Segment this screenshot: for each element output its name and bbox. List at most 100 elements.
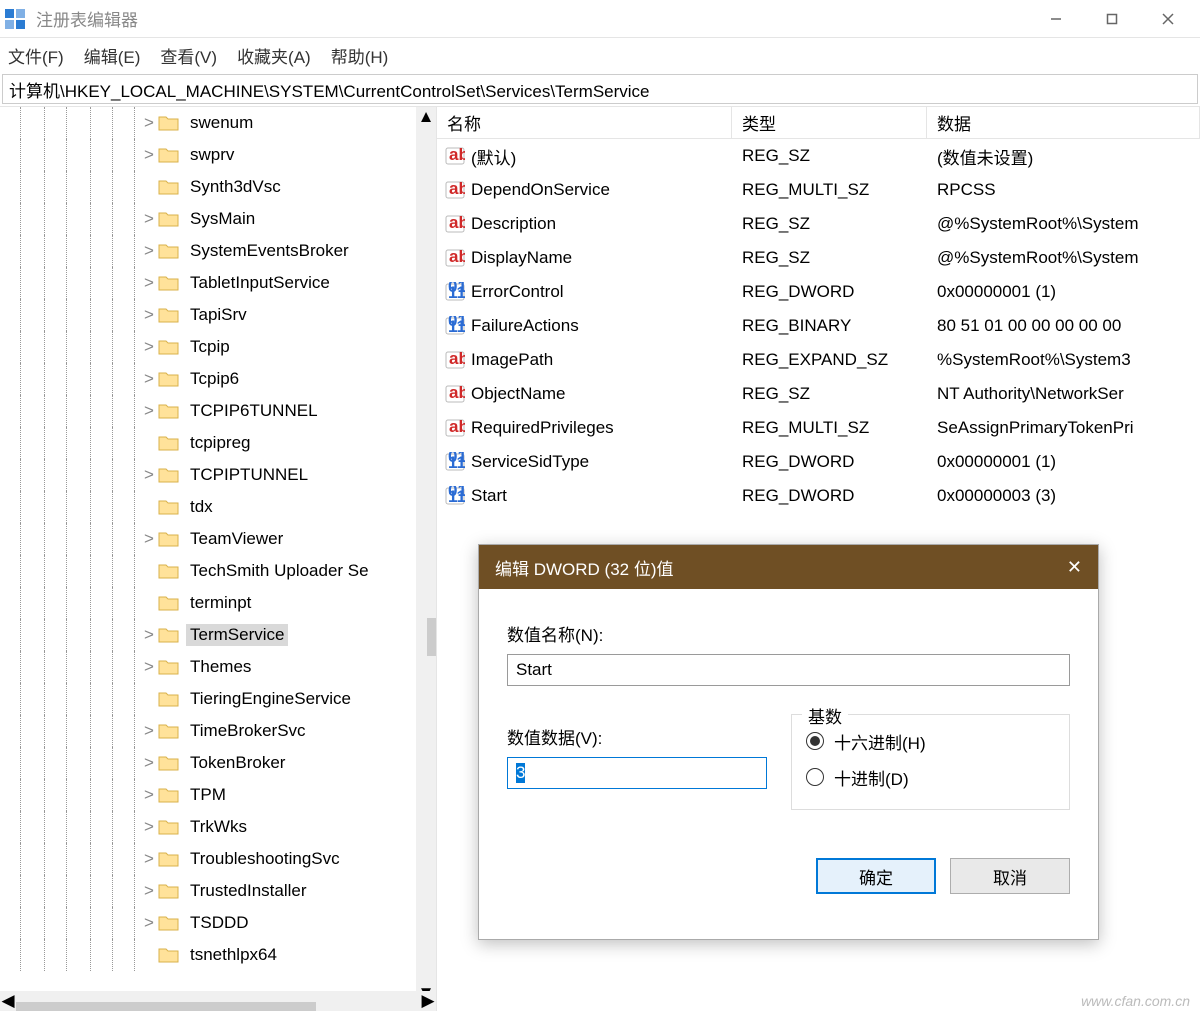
expand-arrow-icon[interactable]: > [140, 273, 158, 293]
value-row[interactable]: RequiredPrivilegesREG_MULTI_SZSeAssignPr… [437, 411, 1200, 445]
list-body: (默认)REG_SZ(数值未设置)DependOnServiceREG_MULT… [437, 139, 1200, 513]
expand-arrow-icon[interactable]: > [140, 657, 158, 677]
tree-item[interactable]: >TabletInputService [0, 267, 436, 299]
menu-edit[interactable]: 编辑(E) [84, 43, 141, 68]
value-row[interactable]: DisplayNameREG_SZ@%SystemRoot%\System [437, 241, 1200, 275]
value-row[interactable]: ObjectNameREG_SZNT Authority\NetworkSer [437, 377, 1200, 411]
value-row[interactable]: DependOnServiceREG_MULTI_SZRPCSS [437, 173, 1200, 207]
expand-arrow-icon[interactable]: > [140, 817, 158, 837]
folder-icon [158, 786, 180, 804]
value-row[interactable]: ErrorControlREG_DWORD0x00000001 (1) [437, 275, 1200, 309]
tree-item[interactable]: >swprv [0, 139, 436, 171]
tree-item[interactable]: >TokenBroker [0, 747, 436, 779]
radio-hex-label: 十六进制(H) [834, 729, 926, 754]
radio-hex[interactable]: 十六进制(H) [806, 723, 1055, 759]
expand-arrow-icon[interactable]: > [140, 401, 158, 421]
expand-arrow-icon[interactable]: > [140, 241, 158, 261]
value-type: REG_SZ [732, 214, 927, 234]
address-bar[interactable]: 计算机\HKEY_LOCAL_MACHINE\SYSTEM\CurrentCon… [2, 74, 1198, 104]
tree-item[interactable]: terminpt [0, 587, 436, 619]
minimize-button[interactable] [1028, 0, 1084, 38]
cancel-button[interactable]: 取消 [950, 858, 1070, 894]
data-label: 数值数据(V): [507, 724, 767, 749]
tree-item[interactable]: > TSDDD [0, 907, 436, 939]
expand-arrow-icon[interactable]: > [140, 785, 158, 805]
expand-arrow-icon[interactable]: > [140, 113, 158, 133]
tree-item[interactable]: >SysMain [0, 203, 436, 235]
tree-item[interactable]: >TermService [0, 619, 436, 651]
tree-item[interactable]: >TrustedInstaller [0, 875, 436, 907]
tree-scroll[interactable]: >swenum>swprvSynth3dVsc>SysMain>SystemEv… [0, 107, 436, 989]
value-data: RPCSS [927, 180, 1200, 200]
tree-indent [0, 683, 140, 715]
tree-item[interactable]: > Themes [0, 651, 436, 683]
data-input-value: 3 [516, 763, 525, 783]
close-button[interactable] [1140, 0, 1196, 38]
binary-value-icon [445, 282, 465, 302]
value-row[interactable]: DescriptionREG_SZ@%SystemRoot%\System [437, 207, 1200, 241]
maximize-button[interactable] [1084, 0, 1140, 38]
menu-file[interactable]: 文件(F) [8, 43, 64, 68]
tree-item[interactable]: tcpipreg [0, 427, 436, 459]
column-header-data[interactable]: 数据 [927, 107, 1200, 138]
tree-item[interactable]: tsnethlpx64 [0, 939, 436, 971]
expand-arrow-icon[interactable]: > [140, 881, 158, 901]
tree-vscrollbar[interactable]: ▲ ▼ [416, 107, 436, 991]
tree-item[interactable]: >swenum [0, 107, 436, 139]
expand-arrow-icon[interactable]: > [140, 529, 158, 549]
tree-item-label: TSDDD [186, 912, 253, 934]
expand-arrow-icon[interactable]: > [140, 721, 158, 741]
menu-view[interactable]: 查看(V) [160, 43, 217, 68]
tree-item[interactable]: >TimeBrokerSvc [0, 715, 436, 747]
value-type: REG_MULTI_SZ [732, 418, 927, 438]
expand-arrow-icon[interactable]: > [140, 369, 158, 389]
tree-item[interactable]: >Tcpip6 [0, 363, 436, 395]
folder-icon [158, 882, 180, 900]
expand-arrow-icon[interactable]: > [140, 753, 158, 773]
name-input[interactable] [507, 654, 1070, 686]
tree-item[interactable]: >TCPIPTUNNEL [0, 459, 436, 491]
tree-item[interactable]: >TeamViewer [0, 523, 436, 555]
column-header-name[interactable]: 名称 [437, 107, 732, 138]
value-row[interactable]: ServiceSidTypeREG_DWORD0x00000001 (1) [437, 445, 1200, 479]
tree-item-label: Themes [186, 656, 255, 678]
data-input[interactable]: 3 [507, 757, 767, 789]
value-row[interactable]: (默认)REG_SZ(数值未设置) [437, 139, 1200, 173]
expand-arrow-icon[interactable]: > [140, 625, 158, 645]
expand-arrow-icon[interactable]: > [140, 145, 158, 165]
tree-item[interactable]: >TrkWks [0, 811, 436, 843]
expand-arrow-icon[interactable]: > [140, 209, 158, 229]
list-header: 名称 类型 数据 [437, 107, 1200, 139]
tree-item-label: TPM [186, 784, 230, 806]
tree-indent [0, 651, 140, 683]
tree-item[interactable]: TieringEngineService [0, 683, 436, 715]
expand-arrow-icon[interactable]: > [140, 849, 158, 869]
tree-item[interactable]: >TroubleshootingSvc [0, 843, 436, 875]
expand-arrow-icon[interactable]: > [140, 913, 158, 933]
tree-item-label: terminpt [186, 592, 255, 614]
menu-help[interactable]: 帮助(H) [331, 43, 389, 68]
tree-item[interactable]: TechSmith Uploader Se [0, 555, 436, 587]
tree-indent [0, 619, 140, 651]
tree-item[interactable]: >TCPIP6TUNNEL [0, 395, 436, 427]
tree-item[interactable]: >SystemEventsBroker [0, 235, 436, 267]
menu-favorites[interactable]: 收藏夹(A) [237, 43, 311, 68]
expand-arrow-icon[interactable]: > [140, 465, 158, 485]
tree-hscrollbar[interactable]: ◀ ▶ [0, 991, 436, 1011]
tree-item[interactable]: tdx [0, 491, 436, 523]
expand-arrow-icon[interactable]: > [140, 305, 158, 325]
tree-item[interactable]: Synth3dVsc [0, 171, 436, 203]
tree-item[interactable]: > TPM [0, 779, 436, 811]
tree-item[interactable]: >TapiSrv [0, 299, 436, 331]
column-header-type[interactable]: 类型 [732, 107, 927, 138]
expand-arrow-icon[interactable]: > [140, 337, 158, 357]
dialog-close-button[interactable]: ✕ [1067, 557, 1082, 578]
radio-dec[interactable]: 十进制(D) [806, 759, 1055, 795]
value-row[interactable]: ImagePathREG_EXPAND_SZ%SystemRoot%\Syste… [437, 343, 1200, 377]
tree-item[interactable]: >Tcpip [0, 331, 436, 363]
folder-icon [158, 818, 180, 836]
dialog-titlebar[interactable]: 编辑 DWORD (32 位)值 ✕ [479, 545, 1098, 589]
value-row[interactable]: FailureActionsREG_BINARY80 51 01 00 00 0… [437, 309, 1200, 343]
value-row[interactable]: StartREG_DWORD0x00000003 (3) [437, 479, 1200, 513]
ok-button[interactable]: 确定 [816, 858, 936, 894]
